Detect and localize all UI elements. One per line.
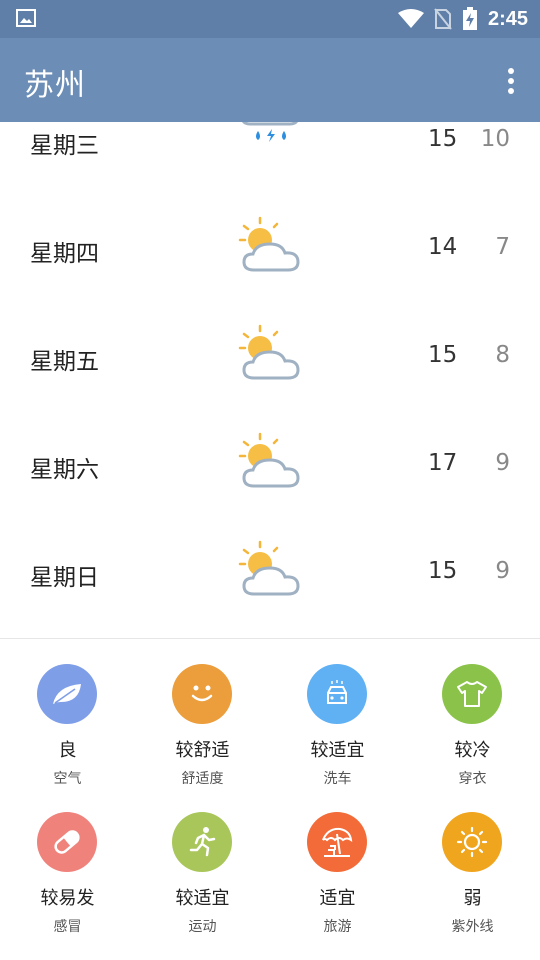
low-temp: 7 — [495, 234, 510, 260]
low-temp: 10 — [480, 126, 510, 152]
forecast-row[interactable]: 星期五 15 8 — [0, 302, 540, 410]
index-uv[interactable]: 弱 紫外线 — [405, 788, 540, 938]
index-category: 运动 — [188, 919, 217, 935]
index-category: 舒适度 — [181, 771, 224, 787]
status-time: 2:45 — [487, 7, 528, 30]
wifi-icon — [397, 9, 424, 28]
forecast-row[interactable]: 星期三 15 10 — [0, 122, 540, 194]
life-index-grid: 良 空气 较舒适 舒适度 较适宜 洗车 较冷 穿衣 较易发 感冒 较适宜 运动 … — [0, 640, 540, 960]
high-temp: 14 — [428, 234, 458, 260]
index-dressing[interactable]: 较冷 穿衣 — [405, 640, 540, 790]
index-category: 感冒 — [53, 919, 82, 935]
forecast-row[interactable]: 星期六 17 9 — [0, 410, 540, 518]
high-temp: 17 — [428, 450, 458, 476]
high-temp: 15 — [428, 342, 458, 368]
high-temp: 15 — [428, 126, 458, 152]
day-name: 星期日 — [30, 565, 99, 591]
partly-cloudy-icon — [238, 432, 300, 488]
index-travel[interactable]: 适宜 旅游 — [270, 788, 405, 938]
thunder-rain-icon — [242, 122, 298, 142]
pill-icon — [37, 812, 97, 872]
overflow-menu-button[interactable] — [506, 68, 516, 94]
forecast-row[interactable]: 星期日 15 9 — [0, 518, 540, 626]
forecast-row[interactable]: 星期四 14 7 — [0, 194, 540, 302]
index-car-wash[interactable]: 较适宜 洗车 — [270, 640, 405, 790]
beach-umbrella-icon — [307, 812, 367, 872]
low-temp: 9 — [495, 450, 510, 476]
index-level: 较适宜 — [175, 888, 230, 909]
overflow-dot — [508, 68, 514, 74]
index-level: 较冷 — [454, 740, 491, 761]
low-temp: 9 — [495, 558, 510, 584]
index-sport[interactable]: 较适宜 运动 — [135, 788, 270, 938]
index-category: 旅游 — [323, 919, 352, 935]
index-cold[interactable]: 较易发 感冒 — [0, 788, 135, 938]
day-name: 星期三 — [30, 133, 99, 159]
index-category: 洗车 — [323, 771, 352, 787]
shirt-icon — [442, 664, 502, 724]
smiley-icon — [172, 664, 232, 724]
index-air-quality[interactable]: 良 空气 — [0, 640, 135, 790]
section-divider — [0, 638, 540, 639]
index-level: 弱 — [463, 888, 482, 909]
index-category: 紫外线 — [451, 919, 494, 935]
status-bar: 2:45 — [0, 0, 540, 38]
car-wash-icon — [307, 664, 367, 724]
partly-cloudy-icon — [238, 540, 300, 596]
running-icon — [172, 812, 232, 872]
leaf-icon — [37, 664, 97, 724]
index-category: 穿衣 — [458, 771, 487, 787]
day-name: 星期六 — [30, 457, 99, 483]
image-notification-icon — [16, 9, 36, 27]
forecast-list[interactable]: 星期三 15 10 星期四 14 7 星期五 15 8 星期六 17 9 星期日… — [0, 122, 540, 638]
index-level: 较适宜 — [310, 740, 365, 761]
no-sim-icon — [434, 8, 452, 30]
partly-cloudy-icon — [238, 216, 300, 272]
index-level: 适宜 — [319, 888, 356, 909]
high-temp: 15 — [428, 558, 458, 584]
day-name: 星期五 — [30, 349, 99, 375]
index-level: 良 — [58, 740, 77, 761]
overflow-dot — [508, 88, 514, 94]
index-level: 较易发 — [40, 888, 95, 909]
battery-charging-icon — [462, 7, 477, 30]
overflow-dot — [508, 78, 514, 84]
city-title: 苏州 — [24, 68, 86, 103]
day-name: 星期四 — [30, 241, 99, 267]
index-category: 空气 — [53, 771, 82, 787]
index-comfort[interactable]: 较舒适 舒适度 — [135, 640, 270, 790]
partly-cloudy-icon — [238, 324, 300, 380]
sun-icon — [442, 812, 502, 872]
index-level: 较舒适 — [175, 740, 230, 761]
low-temp: 8 — [495, 342, 510, 368]
app-bar: 苏州 — [0, 38, 540, 122]
